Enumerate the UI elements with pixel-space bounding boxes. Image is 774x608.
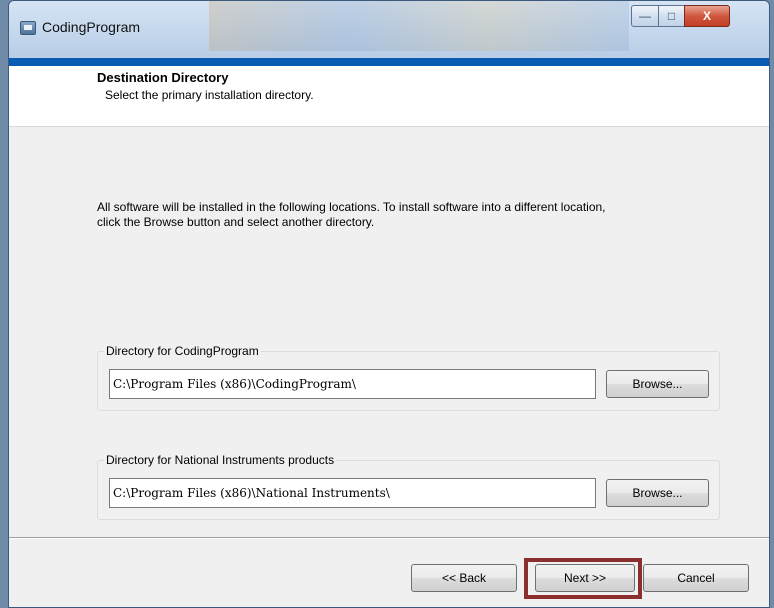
close-button[interactable]: X xyxy=(684,5,730,27)
minimize-icon: — xyxy=(639,9,651,23)
browse-button-codingprogram[interactable]: Browse... xyxy=(606,370,709,398)
description-text: All software will be installed in the fo… xyxy=(97,200,606,229)
maximize-button[interactable]: □ xyxy=(658,5,685,27)
installer-icon xyxy=(20,21,36,35)
browse-button-ni[interactable]: Browse... xyxy=(606,479,709,507)
content-area: All software will be installed in the fo… xyxy=(9,127,769,607)
window-title: CodingProgram xyxy=(42,19,141,35)
close-icon: X xyxy=(702,9,711,23)
minimize-button[interactable]: — xyxy=(631,5,659,27)
back-button[interactable]: << Back xyxy=(411,564,517,592)
next-button[interactable]: Next >> xyxy=(535,564,635,592)
ni-directory-group: Directory for National Instruments produ… xyxy=(97,453,720,520)
ni-path-field[interactable]: C:\Program Files (x86)\National Instrume… xyxy=(109,478,596,508)
page-title: Destination Directory xyxy=(97,70,229,85)
codingprogram-path-field[interactable]: C:\Program Files (x86)\CodingProgram\ xyxy=(109,369,596,399)
codingprogram-directory-group: Directory for CodingProgram C:\Program F… xyxy=(97,344,720,411)
page-subtitle: Select the primary installation director… xyxy=(105,88,314,102)
footer-divider xyxy=(9,537,769,539)
background-blur xyxy=(209,1,629,51)
maximize-icon: □ xyxy=(667,9,676,23)
group-label: Directory for CodingProgram xyxy=(104,344,261,358)
installer-window: CodingProgram — □ X Destination Director… xyxy=(8,0,770,608)
page-header: Destination Directory Select the primary… xyxy=(9,66,769,127)
group-label: Directory for National Instruments produ… xyxy=(104,453,337,467)
title-bar[interactable]: CodingProgram — □ X xyxy=(9,1,769,58)
cancel-button[interactable]: Cancel xyxy=(643,564,749,592)
accent-bar xyxy=(9,58,769,66)
